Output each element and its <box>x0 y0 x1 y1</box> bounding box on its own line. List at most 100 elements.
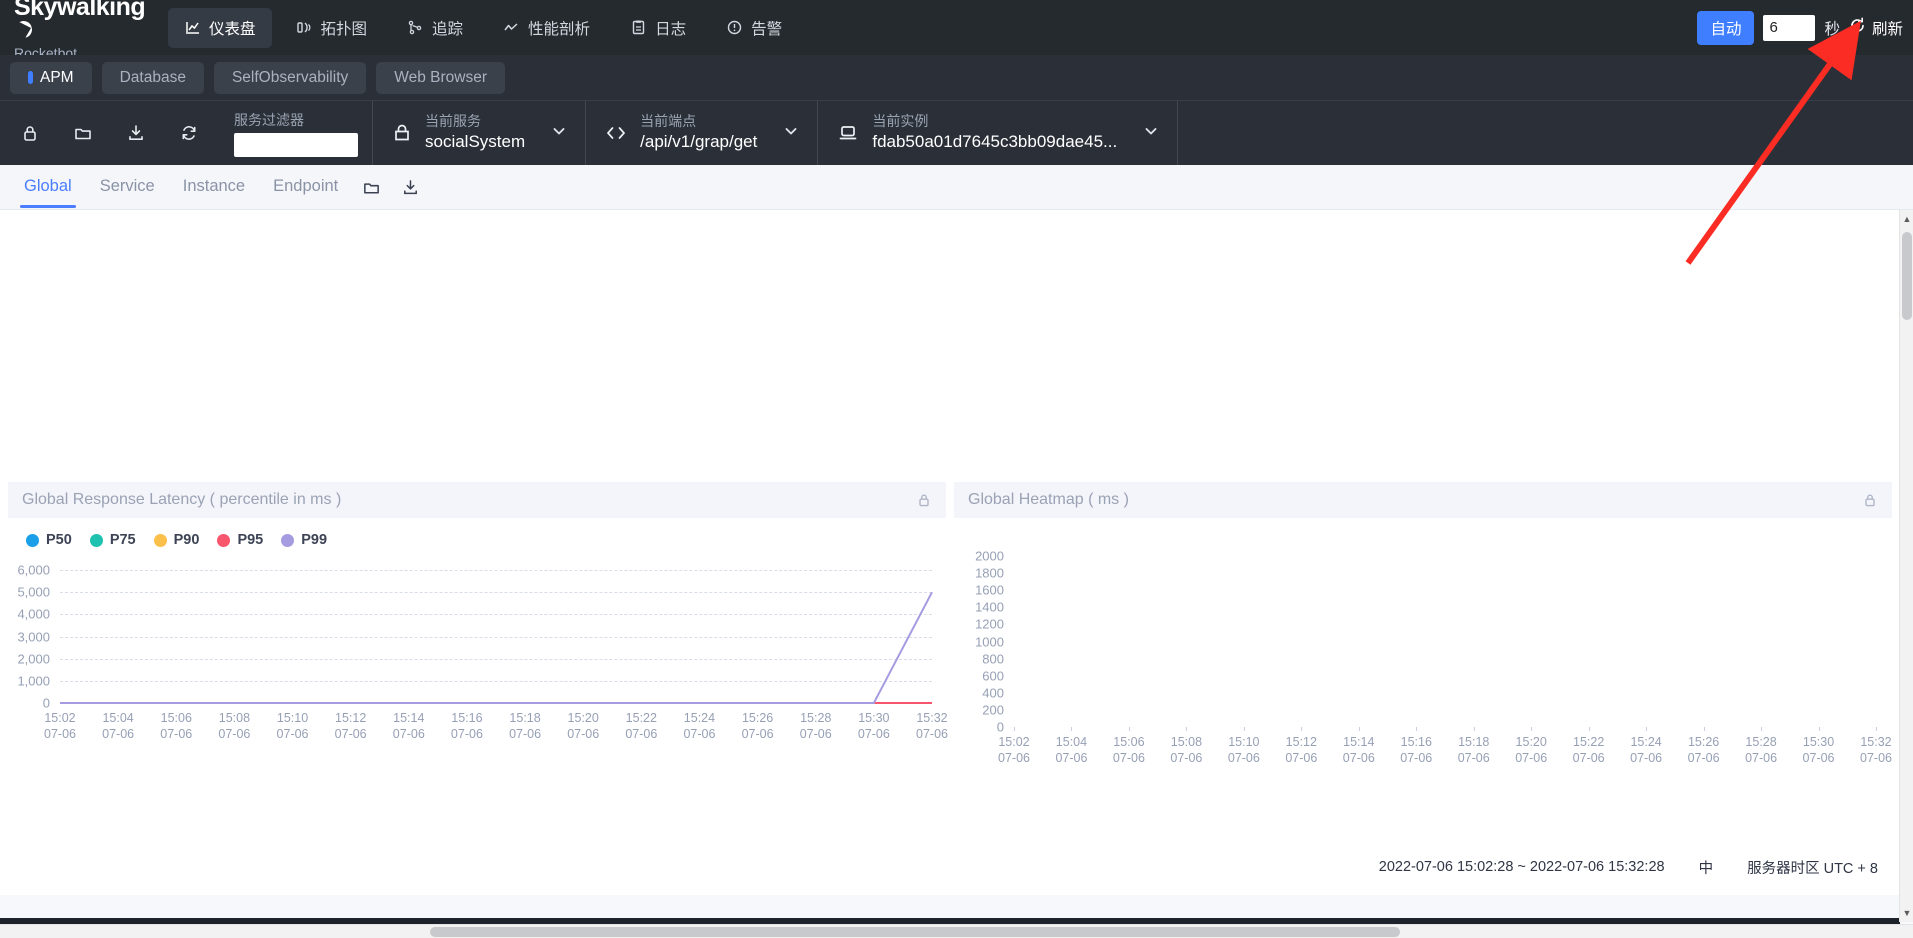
y-axis-tick-label: 1400 <box>975 599 1004 615</box>
timezone-label: 服务器时区 UTC + 8 <box>1747 860 1878 877</box>
nav-label: 告警 <box>751 20 783 38</box>
sub-export-button[interactable] <box>391 178 430 197</box>
lock-button[interactable] <box>4 101 56 166</box>
legend-item-p95[interactable]: P95 <box>217 532 263 548</box>
sub-tab-endpoint[interactable]: Endpoint <box>259 166 352 208</box>
selector-title: 当前端点 <box>640 113 697 130</box>
x-axis-tick-label: 15:20 07-06 <box>1515 735 1548 765</box>
legend-item-p75[interactable]: P75 <box>89 532 136 548</box>
y-axis-tick-label: 1800 <box>975 565 1004 581</box>
x-axis-tick-label: 15:10 07-06 <box>1227 735 1260 765</box>
vertical-scroll-thumb[interactable] <box>1902 232 1912 320</box>
import-button[interactable] <box>110 101 162 166</box>
service-filter-label: 服务过滤器 <box>234 111 304 128</box>
legend-color-dot <box>281 533 295 547</box>
y-axis-tick-label: 1200 <box>975 616 1004 632</box>
widget-global-heatmap: Global Heatmap ( ms ) 0 200 400 600 800 1000 1… <box>954 482 1892 769</box>
x-axis-tick <box>1703 727 1705 731</box>
y-axis-tick-label: 400 <box>982 685 1004 701</box>
log-icon <box>630 19 647 36</box>
y-axis-tick-label: 200 <box>982 702 1004 718</box>
x-axis-tick <box>1186 727 1188 731</box>
refresh-label: 刷新 <box>1871 20 1903 38</box>
x-axis-tick <box>1128 727 1130 731</box>
nav-label: 仪表盘 <box>209 20 256 38</box>
trace-icon <box>407 19 424 36</box>
x-axis-tick-label: 15:32 07-06 <box>1860 735 1892 765</box>
legend-label: P50 <box>46 532 72 548</box>
legend-item-p99[interactable]: P99 <box>281 532 327 548</box>
current-endpoint-selector[interactable]: 当前端点 /api/v1/grap/get <box>586 101 819 165</box>
chevron-down-icon[interactable] <box>783 123 799 144</box>
group-tab-label: Database <box>119 68 186 86</box>
x-axis-tick <box>1588 727 1590 731</box>
lock-icon[interactable] <box>1862 492 1878 508</box>
sub-folder-button[interactable] <box>352 178 391 197</box>
vertical-scrollbar[interactable]: ▲ ▼ <box>1899 210 1913 922</box>
lock-icon[interactable] <box>916 492 932 508</box>
dashboard-icon <box>184 19 201 36</box>
current-service-selector[interactable]: 当前服务 socialSystem <box>373 101 587 165</box>
instance-icon <box>836 122 860 144</box>
skywalking-dashboard: Skywalking Rocketbot 仪表盘 拓扑图 追踪 性能剖析 日志 … <box>0 0 1913 938</box>
x-axis-tick <box>1646 727 1648 731</box>
horizontal-scroll-thumb[interactable] <box>430 927 1400 937</box>
legend-item-p50[interactable]: P50 <box>26 532 72 548</box>
service-filter-input[interactable] <box>234 132 358 157</box>
brand-name: Skywalking <box>14 0 146 21</box>
sub-tab-label: Service <box>99 177 155 195</box>
widget-header: Global Heatmap ( ms ) <box>954 482 1892 518</box>
x-axis-tick <box>1301 727 1303 731</box>
latency-line-chart[interactable]: 0 1,000 2,000 3,000 4,000 5,000 6,000 15:02 07-0… <box>8 560 948 745</box>
chevron-down-icon[interactable] <box>551 123 567 144</box>
refresh-button[interactable]: 刷新 <box>1849 17 1903 39</box>
chevron-down-icon[interactable] <box>1143 123 1159 144</box>
selector-title: 当前实例 <box>872 113 929 130</box>
group-tab-apm[interactable]: APM <box>10 61 92 94</box>
nav-item-dashboard[interactable]: 仪表盘 <box>168 7 272 48</box>
group-tab-web-browser[interactable]: Web Browser <box>376 61 505 94</box>
nav-item-log[interactable]: 日志 <box>614 8 702 48</box>
language-switch[interactable]: 中 <box>1699 857 1714 878</box>
brand-logo[interactable]: Skywalking Rocketbot <box>0 0 160 60</box>
widget-row: Global Response Latency ( percentile in … <box>0 482 1900 769</box>
nav-item-topology[interactable]: 拓扑图 <box>280 8 384 48</box>
series-line-p99 <box>60 591 933 704</box>
x-axis-tick-label: 15:08 07-06 <box>1170 735 1203 765</box>
alarm-icon <box>726 19 743 36</box>
auto-refresh-button[interactable]: 自动 <box>1697 10 1755 45</box>
y-axis-tick-label: 0 <box>996 719 1004 735</box>
x-axis-tick-label: 15:02 07-06 <box>998 735 1030 765</box>
scroll-down-icon[interactable]: ▼ <box>1900 904 1913 922</box>
x-axis-tick-label: 15:22 07-06 <box>1572 735 1605 765</box>
scroll-up-icon[interactable]: ▲ <box>1900 210 1913 228</box>
x-axis-tick-label: 15:30 07-06 <box>1802 735 1835 765</box>
legend-label: P75 <box>109 532 136 548</box>
moon-icon <box>15 21 32 38</box>
group-tab-selfobservability[interactable]: SelfObservability <box>213 61 367 94</box>
x-axis-tick-label: 15:14 07-06 <box>1342 735 1375 765</box>
sync-icon <box>182 126 196 140</box>
refresh-interval-input[interactable] <box>1763 14 1816 41</box>
sub-tab-global[interactable]: Global <box>10 166 86 208</box>
nav-item-alarm[interactable]: 告警 <box>710 8 798 48</box>
reload-button[interactable] <box>163 101 215 166</box>
legend-color-dot <box>26 533 39 547</box>
group-tab-database[interactable]: Database <box>101 61 204 94</box>
lock-icon <box>24 126 36 141</box>
sub-tab-instance[interactable]: Instance <box>169 166 259 208</box>
folder-button[interactable] <box>57 101 109 166</box>
x-axis-tick <box>1358 727 1360 731</box>
x-axis-tick <box>1761 727 1763 731</box>
nav-item-profile[interactable]: 性能剖析 <box>487 8 606 48</box>
group-tab-label: SelfObservability <box>231 68 349 86</box>
download-icon <box>129 125 143 140</box>
nav-item-trace[interactable]: 追踪 <box>391 8 479 48</box>
sub-tab-service[interactable]: Service <box>86 166 169 208</box>
legend-item-p90[interactable]: P90 <box>153 532 199 548</box>
horizontal-scrollbar[interactable] <box>0 924 1913 938</box>
legend-color-dot <box>89 533 103 547</box>
x-axis-tick-label: 15:18 07-06 <box>1457 735 1490 765</box>
heatmap-chart[interactable]: 0 200 400 600 800 1000 1200 1400 1600 1800 2000 15:… <box>954 548 1892 769</box>
current-instance-selector[interactable]: 当前实例 fdab50a01d7645c3bb09dae45... <box>818 101 1179 165</box>
